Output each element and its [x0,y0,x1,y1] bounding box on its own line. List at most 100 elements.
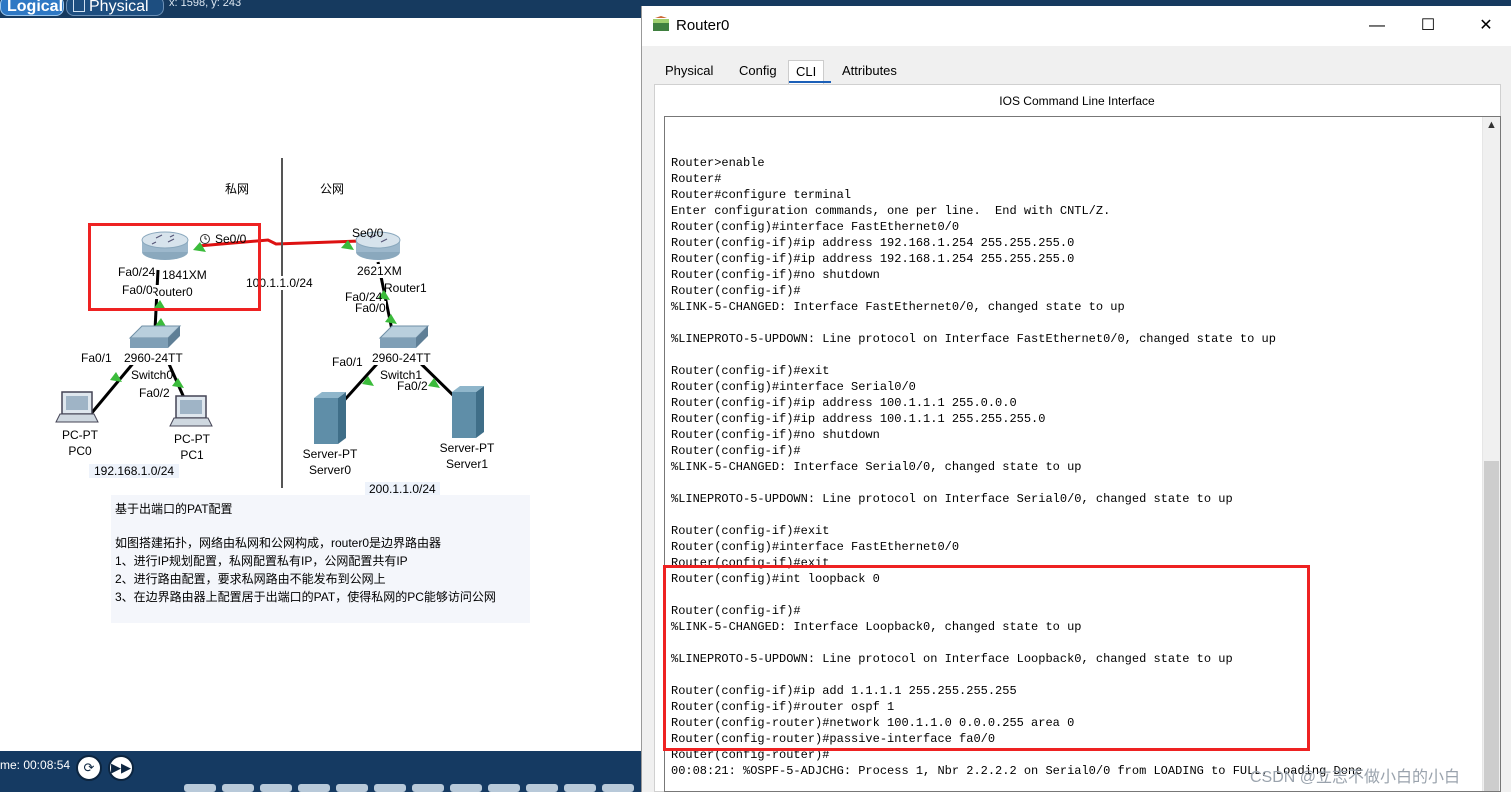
terminal-line: Router(config-if)#ip address 100.1.1.1 2… [671,396,1017,410]
note-line: 如图搭建拓扑，网络由私网和公网构成，router0是边界路由器 [115,536,442,550]
device-category-button[interactable] [222,784,254,792]
server0-name-label: Server0 [308,463,352,477]
zone-label-public: 公网 [320,182,345,196]
server0-icon[interactable] [314,392,346,444]
switch0-port-fa02: Fa0/2 [139,386,170,400]
fast-forward-icon: ▶▶ [111,760,131,775]
terminal-line: %LINK-5-CHANGED: Interface FastEthernet0… [671,300,1125,314]
terminal-line: Enter configuration commands, one per li… [671,204,1111,218]
terminal-line: %LINEPROTO-5-UPDOWN: Line protocol on In… [671,332,1276,346]
terminal-line: Router(config-if)#no shutdown [671,428,880,442]
scroll-up-icon[interactable]: ▲ [1486,119,1497,131]
server1-type-label: Server-PT [439,441,495,455]
zone-label-private: 私网 [225,182,250,196]
server1-icon[interactable] [452,386,484,438]
device-category-button[interactable] [374,784,406,792]
server1-name-label: Server1 [445,457,489,471]
terminal-line: Router(config)#interface FastEthernet0/0 [671,540,960,554]
terminal-line: Router(config-if)#no shutdown [671,268,880,282]
terminal-scrollbar[interactable]: ▲ [1482,117,1500,791]
link-light-icon [172,378,184,388]
maximize-button[interactable]: ☐ [1405,12,1451,40]
tab-physical-window[interactable]: Physical [658,60,721,84]
device-category-button[interactable] [602,784,634,792]
note-line: 3、在边界路由器上配置居于出端口的PAT，使得私网的PC能够访问公网 [115,590,496,604]
fast-forward-button[interactable]: ▶▶ [108,755,134,781]
minimize-icon: — [1369,17,1385,34]
router1-model-label: 2621XM [357,264,402,278]
switch1-icon[interactable] [378,325,430,348]
close-button[interactable]: ✕ [1463,12,1509,40]
private-network-label: 192.168.1.0/24 [89,464,180,478]
minimize-button[interactable]: — [1354,12,1400,40]
close-icon: ✕ [1479,17,1493,34]
terminal-line: Router>enable [671,156,765,170]
highlight-box-router0 [88,223,261,311]
device-type-strip[interactable] [180,784,640,792]
note-line: 1、进行IP规划配置，私网配置私有IP，公网配置共有IP [115,554,408,568]
terminal-line: Router(config-if)# [671,444,801,458]
device-category-button[interactable] [336,784,368,792]
device-category-button[interactable] [412,784,444,792]
switch1-model-label: 2960-24TT [372,351,431,365]
device-category-button[interactable] [260,784,292,792]
window-title: Router0 [676,17,730,34]
switch0-name-label: Switch0 [131,368,174,382]
terminal-line: %LINK-5-CHANGED: Interface Serial0/0, ch… [671,460,1082,474]
scroll-thumb[interactable] [1484,461,1499,791]
switch1-port-fa02: Fa0/2 [397,379,428,393]
power-cycle-icon: ⟳ [83,760,95,775]
pc0-name-label: PC0 [68,444,92,458]
terminal-line: Router(config)#interface FastEthernet0/0 [671,220,960,234]
terminal-line: %LINEPROTO-5-UPDOWN: Line protocol on In… [671,492,1233,506]
tab-attributes[interactable]: Attributes [835,60,904,84]
window-titlebar[interactable]: Router0 — ☐ ✕ [642,6,1511,46]
switch0-icon[interactable] [128,325,182,348]
terminal-line: Router#configure terminal [671,188,852,202]
router-config-window: Router0 — ☐ ✕ Physical Config CLI Attrib… [641,6,1511,792]
switch0-port-fa01: Fa0/1 [81,351,112,365]
pc0-icon[interactable] [55,391,99,423]
switch1-port-fa01: Fa0/1 [332,355,363,369]
device-category-button[interactable] [564,784,596,792]
link-light-icon [385,314,397,324]
device-category-button[interactable] [298,784,330,792]
terminal-line: Router(config)#interface Serial0/0 [671,380,916,394]
pc1-icon[interactable] [169,395,213,427]
device-category-button[interactable] [184,784,216,792]
device-category-button[interactable] [488,784,520,792]
server0-type-label: Server-PT [302,447,358,461]
power-cycle-button[interactable]: ⟳ [76,755,102,781]
tab-config[interactable]: Config [732,60,784,84]
window-tabs: Physical Config CLI Attributes [654,60,912,84]
active-tab-indicator [789,81,831,83]
device-category-button[interactable] [526,784,558,792]
topology-diagram [55,231,484,444]
terminal-line: Router(config-if)#exit [671,364,830,378]
router1-name-label: Router1 [384,281,427,295]
panel-title: IOS Command Line Interface [999,94,1155,108]
realtime-clock: me: 00:08:54 [0,758,71,772]
device-category-button[interactable] [450,784,482,792]
watermark: CSDN @立志不做小白的小白 [1250,769,1461,786]
terminal-line: Router(config-if)# [671,284,801,298]
terminal-line: Router(config-if)#ip address 192.168.1.2… [671,236,1075,250]
terminal-line: Router(config-if)#ip address 192.168.1.2… [671,252,1075,266]
terminal-line: Router# [671,172,722,186]
router1-port-se00: Se0/0 [352,226,384,240]
router1-port-fa00: Fa0/0 [355,301,386,315]
public-network-label: 200.1.1.0/24 [365,482,440,496]
note-box[interactable]: 基于出端口的PAT配置 如图搭建拓扑，网络由私网和公网构成，router0是边界… [111,495,530,623]
switch0-model-label: 2960-24TT [124,351,183,365]
terminal-line: Router(config-if)#ip address 100.1.1.1 2… [671,412,1046,426]
pc0-type-label: PC-PT [62,428,98,442]
note-line: 2、进行路由配置，要求私网路由不能发布到公网上 [115,572,386,586]
terminal-line: Router(config-if)#exit [671,524,830,538]
note-title: 基于出端口的PAT配置 [115,502,233,516]
pc1-type-label: PC-PT [174,432,210,446]
zone-divider [281,158,283,488]
router-app-icon [653,16,669,31]
